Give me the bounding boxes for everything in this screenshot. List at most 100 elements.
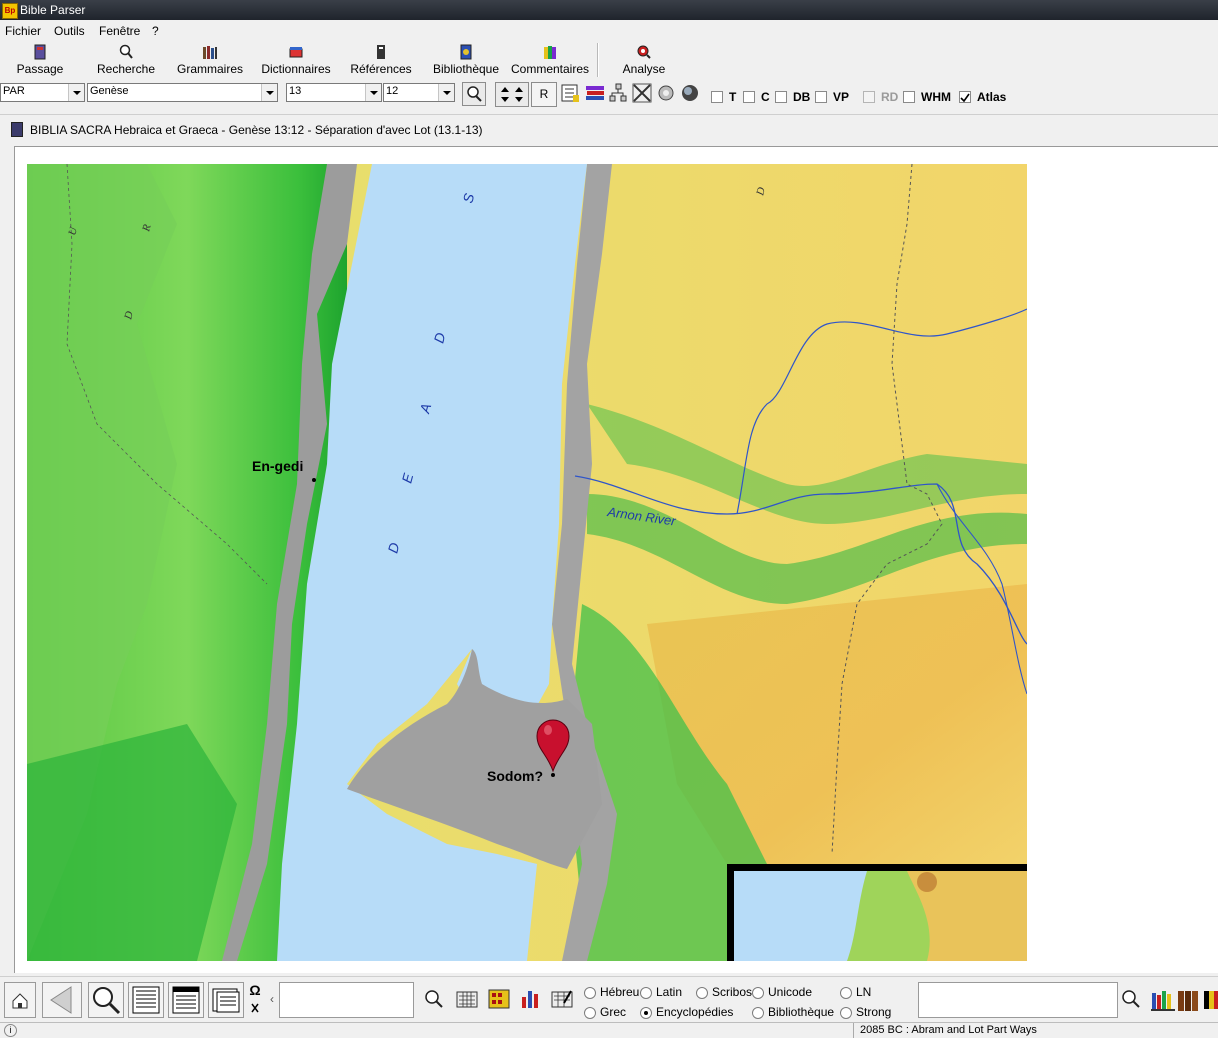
radio-ln-label: LN bbox=[856, 985, 872, 999]
edit-grid-icon[interactable] bbox=[550, 987, 574, 1011]
chevron-down-icon[interactable] bbox=[438, 84, 454, 101]
checkbox-c[interactable] bbox=[743, 91, 755, 103]
radio-hebreu[interactable] bbox=[584, 987, 596, 999]
sodom-dot[interactable] bbox=[551, 773, 555, 777]
atlas-map[interactable]: S D A E D U R D D Arnon River En-gedi So… bbox=[27, 164, 1027, 961]
library-icon bbox=[460, 44, 472, 60]
checkbox-vp[interactable] bbox=[815, 91, 827, 103]
recherche-button[interactable]: Recherche bbox=[92, 42, 160, 80]
search-button[interactable] bbox=[422, 987, 446, 1011]
status-text: 2085 BC : Abram and Lot Part Ways bbox=[860, 1024, 1037, 1036]
notes-icon[interactable] bbox=[559, 82, 581, 104]
flag-icon[interactable] bbox=[1204, 985, 1218, 1013]
verse-spinner[interactable] bbox=[495, 82, 529, 107]
checkbox-c-label: C bbox=[761, 90, 770, 104]
leather-books-icon[interactable] bbox=[1176, 985, 1200, 1013]
grammaires-label: Grammaires bbox=[176, 62, 243, 76]
chapter-select[interactable]: 13 bbox=[286, 83, 382, 102]
radio-latin-label: Latin bbox=[656, 985, 683, 999]
dictionary-icon bbox=[289, 47, 303, 58]
layout-rows-button[interactable] bbox=[168, 982, 204, 1018]
home-button[interactable] bbox=[4, 982, 36, 1018]
menu-outils[interactable]: Outils bbox=[54, 24, 85, 38]
home-icon bbox=[12, 993, 28, 1009]
search-icon bbox=[119, 44, 133, 59]
dictionnaires-button[interactable]: Dictionnaires bbox=[257, 42, 335, 80]
keyboard-icon[interactable] bbox=[455, 987, 479, 1011]
window-title: Bible Parser bbox=[20, 3, 86, 17]
book-icon bbox=[34, 44, 46, 60]
omega-button[interactable]: Ω bbox=[246, 982, 264, 999]
book-select[interactable]: Genèse bbox=[87, 83, 278, 102]
checkbox-atlas[interactable] bbox=[959, 91, 971, 103]
radio-scribos[interactable] bbox=[696, 987, 708, 999]
lookup-button[interactable] bbox=[462, 82, 486, 106]
verse-select[interactable]: 12 bbox=[383, 83, 455, 102]
compare-icon[interactable] bbox=[631, 82, 653, 104]
passage-button[interactable]: Passage bbox=[10, 42, 70, 80]
radio-latin[interactable] bbox=[640, 987, 652, 999]
layout-columns-button[interactable] bbox=[128, 982, 164, 1018]
bibliotheque-button[interactable]: Bibliothèque bbox=[428, 42, 504, 80]
info-icon: i bbox=[4, 1024, 17, 1037]
dictionary-search-input[interactable] bbox=[918, 982, 1118, 1018]
chevron-down-icon[interactable] bbox=[365, 84, 381, 101]
radio-scribos-label: Scribos bbox=[712, 985, 753, 999]
sodom-label: Sodom? bbox=[487, 768, 543, 784]
checkbox-whm-label: WHM bbox=[921, 90, 951, 104]
radio-ln[interactable] bbox=[840, 987, 852, 999]
menu-fichier[interactable]: Fichier bbox=[5, 24, 41, 38]
document-icon bbox=[11, 122, 23, 137]
radio-bibliotheque[interactable] bbox=[752, 1007, 764, 1019]
checkbox-atlas-label: Atlas bbox=[977, 90, 1007, 104]
references-icon bbox=[377, 45, 385, 59]
r-button[interactable]: R bbox=[531, 82, 557, 107]
menu-bar: Fichier Outils Fenêtre ? bbox=[0, 21, 1218, 40]
analyse-button[interactable]: Analyse bbox=[616, 42, 672, 80]
grammaires-button[interactable]: Grammaires bbox=[174, 42, 246, 80]
tree-icon[interactable] bbox=[607, 82, 629, 104]
radio-unicode[interactable] bbox=[752, 987, 764, 999]
dictionary-search-button[interactable] bbox=[1119, 987, 1143, 1011]
menu-fenetre[interactable]: Fenêtre bbox=[99, 24, 140, 38]
references-label: Références bbox=[350, 62, 412, 76]
verse-value: 12 bbox=[386, 85, 399, 97]
stacked-books-icon[interactable] bbox=[584, 82, 606, 104]
references-button[interactable]: Références bbox=[347, 42, 415, 80]
search-input[interactable] bbox=[279, 982, 414, 1018]
commentaires-label: Commentaires bbox=[510, 62, 590, 76]
chevron-down-icon[interactable] bbox=[68, 84, 84, 101]
bookshelf-icon[interactable] bbox=[1150, 985, 1176, 1013]
rows-icon bbox=[172, 986, 200, 1014]
checkbox-whm[interactable] bbox=[903, 91, 915, 103]
version-select[interactable]: PAR bbox=[0, 83, 85, 102]
up-down-arrows-icon bbox=[501, 87, 523, 102]
menu-help[interactable]: ? bbox=[152, 24, 159, 38]
bar-chart-icon[interactable] bbox=[519, 987, 543, 1011]
bottom-toolbar: Ω ‹ Hébreu Latin Scribos Unicode LN Grec… bbox=[0, 976, 1218, 1023]
chevron-down-icon[interactable] bbox=[261, 84, 277, 101]
radio-grec[interactable] bbox=[584, 1007, 596, 1019]
checkbox-db[interactable] bbox=[775, 91, 787, 103]
check-icon bbox=[960, 93, 970, 103]
radio-unicode-label: Unicode bbox=[768, 985, 813, 999]
back-button[interactable] bbox=[42, 982, 82, 1018]
radio-strong[interactable] bbox=[840, 1007, 852, 1019]
commentaires-button[interactable]: Commentaires bbox=[508, 42, 592, 80]
cross-icon[interactable] bbox=[246, 1000, 264, 1016]
audio-icon[interactable] bbox=[655, 82, 677, 104]
engedi-dot[interactable] bbox=[312, 478, 316, 482]
checkbox-t[interactable] bbox=[711, 91, 723, 103]
checkbox-rd-label: RD bbox=[881, 90, 899, 104]
radio-encyclopedies-label: Encyclopédies bbox=[656, 1005, 734, 1019]
document-title: BIBLIA SACRA Hebraica et Graeca - Genèse… bbox=[30, 123, 483, 137]
checkbox-rd bbox=[863, 91, 875, 103]
zoom-button[interactable] bbox=[88, 982, 124, 1018]
main-toolbar: Passage Recherche Grammaires Dictionnair… bbox=[0, 40, 1218, 80]
globe-icon[interactable] bbox=[679, 82, 701, 104]
radio-encyclopedies[interactable] bbox=[640, 1007, 652, 1019]
layout-window-button[interactable] bbox=[208, 982, 244, 1018]
dictionnaires-label: Dictionnaires bbox=[261, 62, 331, 76]
chevron-left-icon[interactable]: ‹ bbox=[266, 982, 278, 1016]
grid-icon[interactable] bbox=[487, 987, 511, 1011]
